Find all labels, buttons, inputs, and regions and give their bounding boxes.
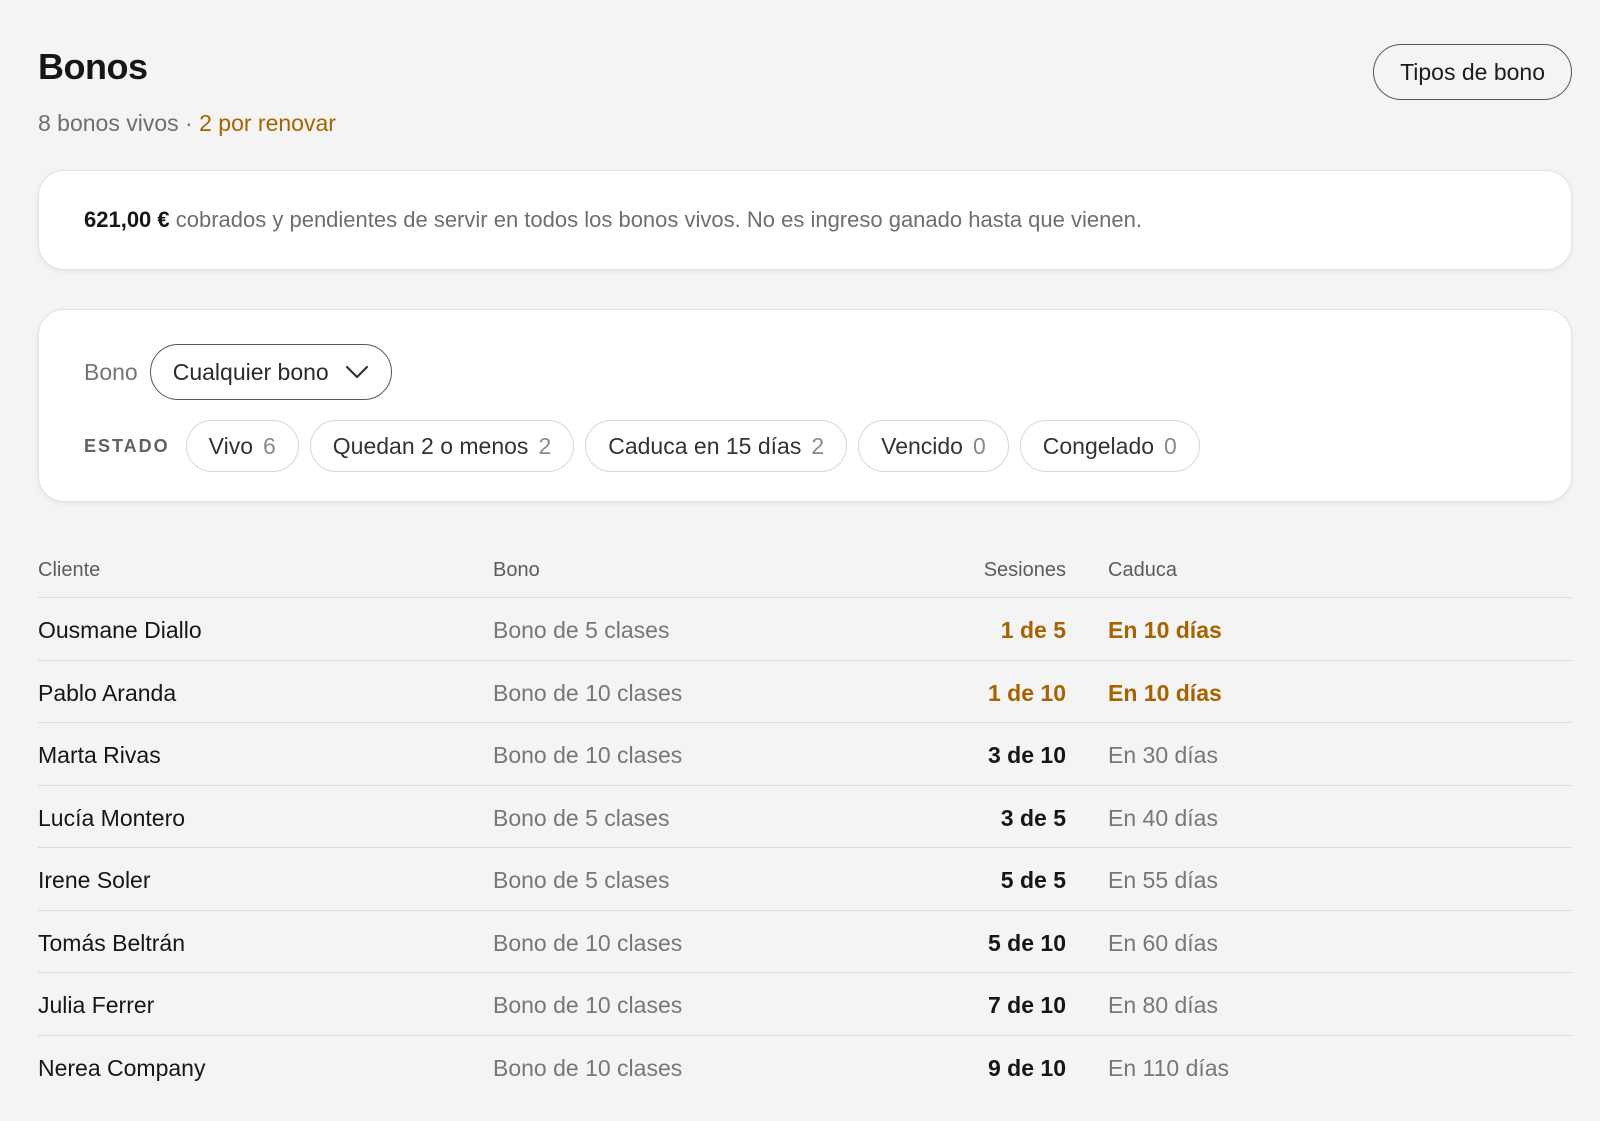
bono-filter-label: Bono [84, 358, 138, 385]
bono-type: Bono de 5 clases [493, 617, 670, 643]
bonos-page: Bonos 8 bonos vivos · 2 por renovar Tipo… [38, 0, 1572, 1081]
expiry: En 55 días [1108, 867, 1218, 893]
client-name: Julia Ferrer [38, 992, 155, 1018]
bonos-table: Cliente Bono Sesiones Caduca Ousmane Dia… [38, 540, 1572, 1098]
expiry: En 30 días [1108, 742, 1218, 768]
table-row[interactable]: Marta Rivas Bono de 10 clases 3 de 10 En 30… [38, 723, 1572, 786]
estado-filter-label: ESTADO [84, 435, 170, 456]
chip-label: Vivo [208, 432, 253, 459]
chip-label: Congelado [1042, 432, 1155, 459]
bono-type: Bono de 5 clases [493, 804, 670, 831]
expiry: En 60 días [1108, 929, 1218, 956]
chip-label: Vencido [881, 432, 963, 459]
client-name: Irene Soler [38, 867, 151, 893]
client-name: Nerea Company [38, 1054, 206, 1081]
column-header-caduca[interactable]: Caduca [1108, 559, 1177, 582]
sessions-used: 5 de 10 [988, 929, 1066, 956]
bono-type: Bono de 10 clases [493, 742, 683, 768]
chevron-down-icon [345, 365, 368, 379]
sessions-used: 5 de 5 [1000, 867, 1066, 893]
column-header-bono[interactable]: Bono [493, 559, 540, 582]
chip-vivo[interactable]: Vivo 6 [185, 420, 299, 472]
table-row[interactable]: Lucía Montero Bono de 5 clases 3 de 5 En 40… [38, 786, 1572, 848]
estado-filter: ESTADO Vivo 6 Quedan 2 o menos 2 Caduca en… [84, 420, 1211, 472]
bono-select-value: Cualquier bono [172, 358, 329, 385]
chip-label: Caduca en 15 días [608, 432, 802, 459]
chip-count: 2 [538, 432, 552, 459]
sessions-used: 7 de 10 [988, 992, 1066, 1018]
bono-type: Bono de 10 clases [493, 929, 683, 956]
sessions-used: 9 de 10 [988, 1054, 1066, 1081]
pending-revenue-note: 621,00 € cobrados y pendientes de servir… [84, 207, 1142, 233]
expiry: En 10 días [1108, 617, 1222, 643]
table-row[interactable]: Pablo Aranda Bono de 10 clases 1 de 10 En 1… [38, 661, 1572, 723]
page-title: Bonos [38, 46, 148, 87]
chip-congelado[interactable]: Congelado 0 [1019, 420, 1200, 472]
sessions-used: 1 de 5 [1000, 617, 1066, 643]
expiry: En 80 días [1108, 992, 1218, 1018]
table-row[interactable]: Julia Ferrer Bono de 10 clases 7 de 10 En 8… [38, 973, 1572, 1036]
client-name: Lucía Montero [38, 804, 186, 831]
sessions-used: 3 de 10 [988, 742, 1066, 768]
bono-select[interactable]: Cualquier bono [149, 344, 392, 400]
bono-filter: Bono Cualquier bono [84, 344, 392, 400]
chip-count: 2 [811, 432, 825, 459]
chip-caduca-en-15-dias[interactable]: Caduca en 15 días 2 [585, 420, 848, 472]
client-name: Tomás Beltrán [38, 929, 186, 956]
tipos-de-bono-button[interactable]: Tipos de bono [1373, 44, 1572, 100]
table-header: Cliente Bono Sesiones Caduca [38, 540, 1572, 598]
chip-count: 0 [972, 432, 986, 459]
table-body: Ousmane Diallo Bono de 5 clases 1 de 5 En 1… [38, 598, 1572, 1098]
expiry: En 10 días [1108, 679, 1222, 706]
renew-count: 2 por renovar [199, 110, 336, 136]
live-count: 8 bonos vivos [38, 110, 179, 136]
chip-count: 6 [263, 432, 276, 459]
filter-card: Bono Cualquier bono ESTADO Vivo 6 Quedan … [38, 309, 1572, 502]
column-header-cliente[interactable]: Cliente [38, 559, 100, 582]
table-row[interactable]: Tomás Beltrán Bono de 10 clases 5 de 10 En … [38, 911, 1572, 973]
pending-amount: 621,00 € [84, 207, 170, 232]
chip-label: Quedan 2 o menos [332, 432, 529, 459]
page-header: Bonos 8 bonos vivos · 2 por renovar Tipo… [38, 0, 1572, 140]
bono-type: Bono de 10 clases [493, 992, 683, 1018]
table-row[interactable]: Ousmane Diallo Bono de 5 clases 1 de 5 En 1… [38, 598, 1572, 661]
pending-description: cobrados y pendientes de servir en todos… [169, 207, 1142, 232]
bono-type: Bono de 10 clases [493, 679, 683, 706]
table-row[interactable]: Irene Soler Bono de 5 clases 5 de 5 En 55 d… [38, 848, 1572, 911]
subtitle-separator: · [178, 110, 200, 136]
bono-type: Bono de 5 clases [493, 867, 670, 893]
expiry: En 110 días [1108, 1054, 1230, 1081]
client-name: Marta Rivas [38, 742, 161, 768]
client-name: Ousmane Diallo [38, 617, 202, 643]
client-name: Pablo Aranda [38, 679, 177, 706]
bono-type: Bono de 10 clases [493, 1054, 683, 1081]
info-card: 621,00 € cobrados y pendientes de servir… [38, 170, 1572, 270]
page-subtitle: 8 bonos vivos · 2 por renovar [38, 110, 336, 137]
sessions-used: 1 de 10 [988, 679, 1066, 706]
chip-vencido[interactable]: Vencido 0 [858, 420, 1009, 472]
column-header-sesiones[interactable]: Sesiones [984, 559, 1066, 582]
expiry: En 40 días [1108, 804, 1218, 831]
chip-quedan-2-o-menos[interactable]: Quedan 2 o menos 2 [309, 420, 575, 472]
table-row[interactable]: Nerea Company Bono de 10 clases 9 de 10 En … [38, 1036, 1572, 1099]
sessions-used: 3 de 5 [1000, 804, 1066, 831]
chip-count: 0 [1164, 432, 1177, 459]
